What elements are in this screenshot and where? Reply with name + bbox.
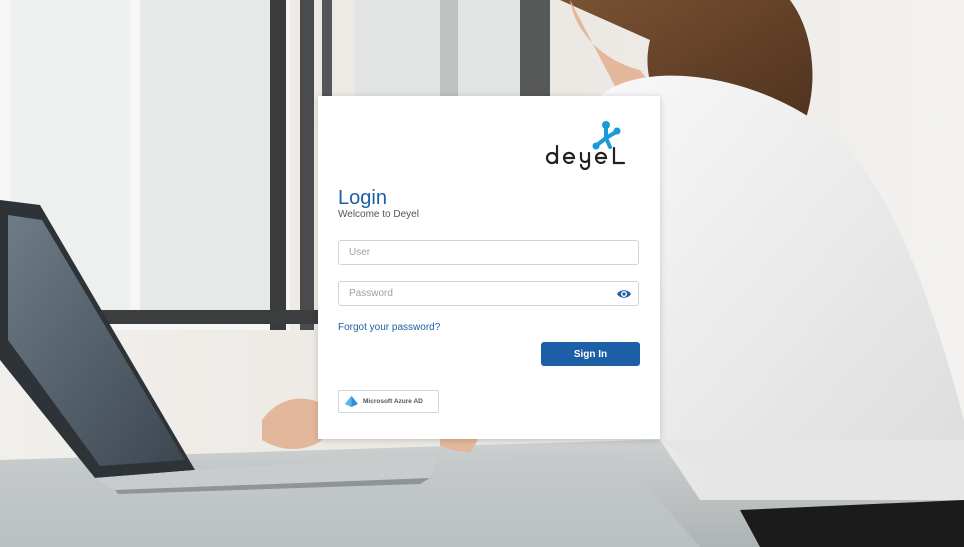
user-field xyxy=(338,240,639,265)
deyel-logo xyxy=(545,121,626,170)
forgot-password-link[interactable]: Forgot your password? xyxy=(338,322,440,334)
eye-icon[interactable] xyxy=(616,288,632,300)
azure-ad-button[interactable]: Microsoft Azure AD xyxy=(338,390,439,413)
sign-in-button[interactable]: Sign In xyxy=(541,342,640,366)
azure-ad-label: Microsoft Azure AD xyxy=(363,398,423,405)
login-subtitle: Welcome to Deyel xyxy=(338,209,419,220)
user-input[interactable] xyxy=(339,241,638,264)
password-input[interactable] xyxy=(339,282,638,305)
login-card: Login Welcome to Deyel Forgot your passw… xyxy=(318,96,660,439)
login-title: Login xyxy=(338,187,387,209)
azure-icon xyxy=(345,396,358,407)
password-field xyxy=(338,281,639,306)
